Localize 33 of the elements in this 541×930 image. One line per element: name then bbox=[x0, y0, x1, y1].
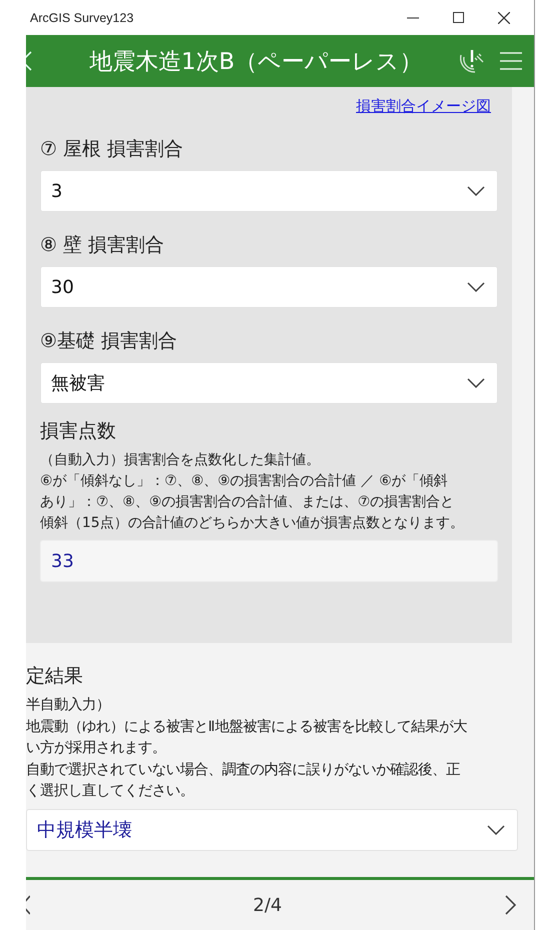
question-label: ⑦ 屋根 損害割合 bbox=[40, 137, 184, 162]
question-label: ⑨基礎 損害割合 bbox=[40, 329, 178, 354]
field-value: 3 bbox=[51, 180, 62, 202]
hint-text: 半自動入力） 地震動（ゆれ）による被害とⅡ地盤被害による被害を比較して結果が大 い方が採用されます。 自動で選択されていない場合、調査の内容に誤りがないか確認後、正 く選択し直してください。 bbox=[26, 696, 468, 801]
question-label: 定結果 bbox=[26, 664, 84, 689]
input-field[interactable]: 33 bbox=[40, 540, 498, 582]
maximize-icon[interactable] bbox=[453, 12, 464, 23]
chevron-down-icon bbox=[467, 378, 485, 388]
back-icon[interactable] bbox=[26, 51, 32, 71]
dropdown-field[interactable]: 無被害 bbox=[40, 362, 498, 404]
damage-ratio-image-link[interactable]: 損害割合イメージ図 bbox=[356, 97, 491, 116]
field-value: 33 bbox=[51, 550, 74, 572]
field-value: 30 bbox=[51, 276, 74, 298]
hint-text: （自動入力）損害割合を点数化した集計値。 ⑥が「傾斜なし」：⑦、⑧、⑨の損害割合の合計値 ／ ⑥が「傾斜 あり」：⑦、⑧、⑨の損害割合の合計値、または、⑦の損害割合と 傾斜（15点）の合計値のどちらか大きい値が損害点数となります。 bbox=[40, 451, 465, 533]
field-value: 無被害 bbox=[51, 372, 105, 395]
window-title: ArcGIS Survey123 bbox=[30, 10, 135, 24]
chevron-down-icon bbox=[467, 186, 485, 196]
menu-icon[interactable] bbox=[500, 52, 522, 70]
minimize-icon[interactable] bbox=[407, 16, 419, 18]
close-icon[interactable] bbox=[498, 12, 510, 24]
dropdown-field[interactable]: 30 bbox=[40, 266, 498, 308]
next-page-icon[interactable] bbox=[505, 895, 516, 915]
page-indicator: 2/4 bbox=[253, 894, 282, 916]
form-title: 地震木造1次B（ペーパーレス） bbox=[88, 48, 424, 76]
dropdown-field[interactable]: 3 bbox=[40, 170, 498, 212]
question-label: ⑧ 壁 損害割合 bbox=[40, 233, 166, 258]
field-value: 中規模半壊 bbox=[37, 818, 132, 842]
question-label: 損害点数 bbox=[40, 419, 117, 444]
chevron-down-icon bbox=[487, 824, 505, 834]
dropdown-field[interactable]: 中規模半壊 bbox=[26, 808, 518, 850]
previous-page-icon[interactable] bbox=[26, 895, 30, 915]
gps-signal-icon[interactable] bbox=[460, 47, 486, 75]
chevron-down-icon bbox=[467, 282, 485, 292]
